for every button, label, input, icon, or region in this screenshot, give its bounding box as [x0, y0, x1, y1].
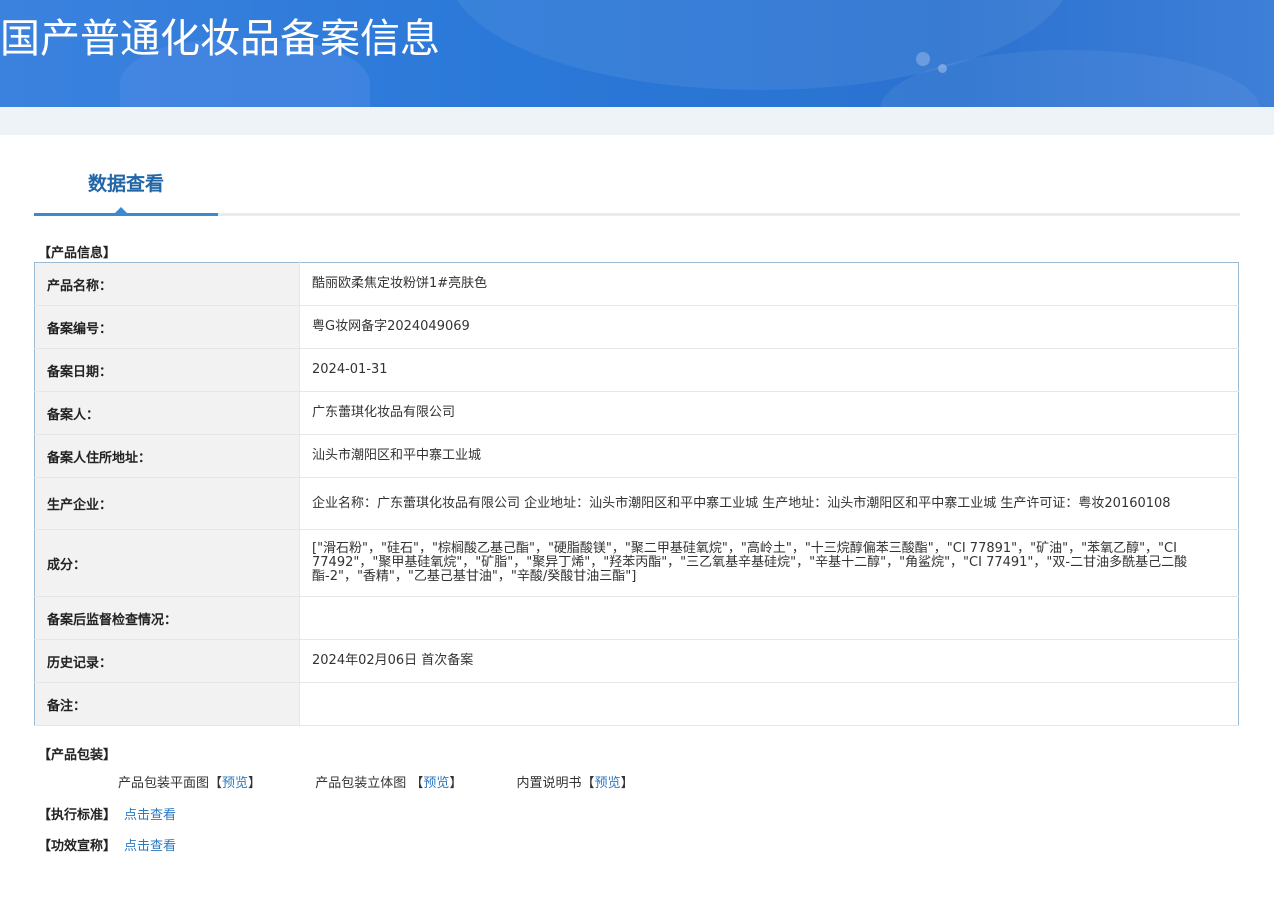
- banner-decoration: [938, 64, 947, 73]
- manufacturer-label: 生产企业：: [34, 477, 300, 530]
- product-name-value: 酷丽欧柔焦定妆粉饼1#亮肤色: [299, 262, 1239, 306]
- efficacy-label: 【功效宣称】: [38, 839, 117, 854]
- standard-row: 【执行标准】 点击查看: [38, 804, 1274, 826]
- packaging-flat-preview-link[interactable]: 预览: [222, 776, 248, 791]
- header-divider-bar: [0, 107, 1274, 135]
- registration-number-label: 备案编号：: [34, 305, 300, 349]
- post-inspection-value: [299, 596, 1239, 640]
- header-banner: 国产普通化妆品备案信息: [0, 0, 1274, 107]
- product-info-table: 产品名称： 酷丽欧柔焦定妆粉饼1#亮肤色 备案编号： 粤G妆网备字2024049…: [34, 262, 1239, 726]
- packaging-3d-label: 产品包装立体图: [315, 776, 411, 791]
- history-label: 历史记录：: [34, 639, 300, 683]
- efficacy-row: 【功效宣称】 点击查看: [38, 835, 1274, 857]
- registration-date-label: 备案日期：: [34, 348, 300, 392]
- manual-preview-link[interactable]: 预览: [595, 776, 621, 791]
- table-row: 备案日期： 2024-01-31: [34, 348, 1239, 392]
- registration-date-value: 2024-01-31: [299, 348, 1239, 392]
- registrant-value: 广东蕾琪化妆品有限公司: [299, 391, 1239, 435]
- remarks-value: [299, 682, 1239, 726]
- table-row: 备案人住所地址： 汕头市潮阳区和平中寨工业城: [34, 434, 1239, 478]
- registration-number-value: 粤G妆网备字2024049069: [299, 305, 1239, 349]
- product-info-section-title: 【产品信息】: [38, 246, 117, 261]
- page-title: 国产普通化妆品备案信息: [0, 16, 440, 62]
- packaging-section-title: 【产品包装】: [38, 748, 117, 763]
- standard-label: 【执行标准】: [38, 808, 117, 823]
- standard-view-link[interactable]: 点击查看: [124, 808, 176, 823]
- table-row: 成分： ["滑石粉"，"硅石"，"棕榈酸乙基己酯"，"硬脂酸镁"，"聚二甲基硅氧…: [34, 529, 1239, 597]
- table-row: 备案人： 广东蕾琪化妆品有限公司: [34, 391, 1239, 435]
- product-name-label: 产品名称：: [34, 262, 300, 306]
- efficacy-view-link[interactable]: 点击查看: [124, 839, 176, 854]
- tab-data-view[interactable]: 数据查看: [34, 159, 218, 216]
- ingredients-value: ["滑石粉"，"硅石"，"棕榈酸乙基己酯"，"硬脂酸镁"，"聚二甲基硅氧烷"，"…: [299, 529, 1239, 597]
- remarks-label: 备注：: [34, 682, 300, 726]
- bracket-open: 【: [581, 776, 595, 791]
- packaging-3d-preview-link[interactable]: 预览: [423, 776, 449, 791]
- tab-data-view-label: 数据查看: [87, 173, 164, 195]
- packaging-flat-item: 产品包装平面图【预览】: [118, 772, 261, 791]
- bracket-open: 【: [209, 776, 223, 791]
- manufacturer-value: 企业名称：广东蕾琪化妆品有限公司 企业地址：汕头市潮阳区和平中寨工业城 生产地址…: [299, 477, 1239, 530]
- table-row: 备注：: [34, 682, 1239, 726]
- tab-active-caret-icon: [114, 207, 128, 214]
- packaging-section: 【产品包装】: [38, 744, 1274, 766]
- post-inspection-label: 备案后监督检查情况：: [34, 596, 300, 640]
- tab-bar: 数据查看: [34, 159, 1240, 216]
- packaging-3d-item: 产品包装立体图 【预览】: [315, 772, 462, 791]
- table-row: 备案编号： 粤G妆网备字2024049069: [34, 305, 1239, 349]
- bracket-close: 】: [449, 776, 463, 791]
- manual-label: 内置说明书: [516, 776, 582, 791]
- manual-item: 内置说明书【预览】: [517, 772, 634, 791]
- registrant-address-label: 备案人住所地址：: [34, 434, 300, 478]
- packaging-flat-label: 产品包装平面图: [118, 776, 210, 791]
- packaging-items: 产品包装平面图【预览】 产品包装立体图 【预览】 内置说明书【预览】: [118, 772, 1274, 794]
- table-row: 历史记录： 2024年02月06日 首次备案: [34, 639, 1239, 683]
- registrant-label: 备案人：: [34, 391, 300, 435]
- registrant-address-value: 汕头市潮阳区和平中寨工业城: [299, 434, 1239, 478]
- table-row: 备案后监督检查情况：: [34, 596, 1239, 640]
- ingredients-label: 成分：: [34, 529, 300, 597]
- bracket-close: 】: [248, 776, 262, 791]
- table-row: 生产企业： 企业名称：广东蕾琪化妆品有限公司 企业地址：汕头市潮阳区和平中寨工业…: [34, 477, 1239, 530]
- bracket-open: 【: [410, 776, 424, 791]
- history-value: 2024年02月06日 首次备案: [299, 639, 1239, 683]
- bracket-close: 】: [620, 776, 634, 791]
- table-row: 产品名称： 酷丽欧柔焦定妆粉饼1#亮肤色: [34, 262, 1239, 306]
- banner-decoration: [916, 52, 930, 66]
